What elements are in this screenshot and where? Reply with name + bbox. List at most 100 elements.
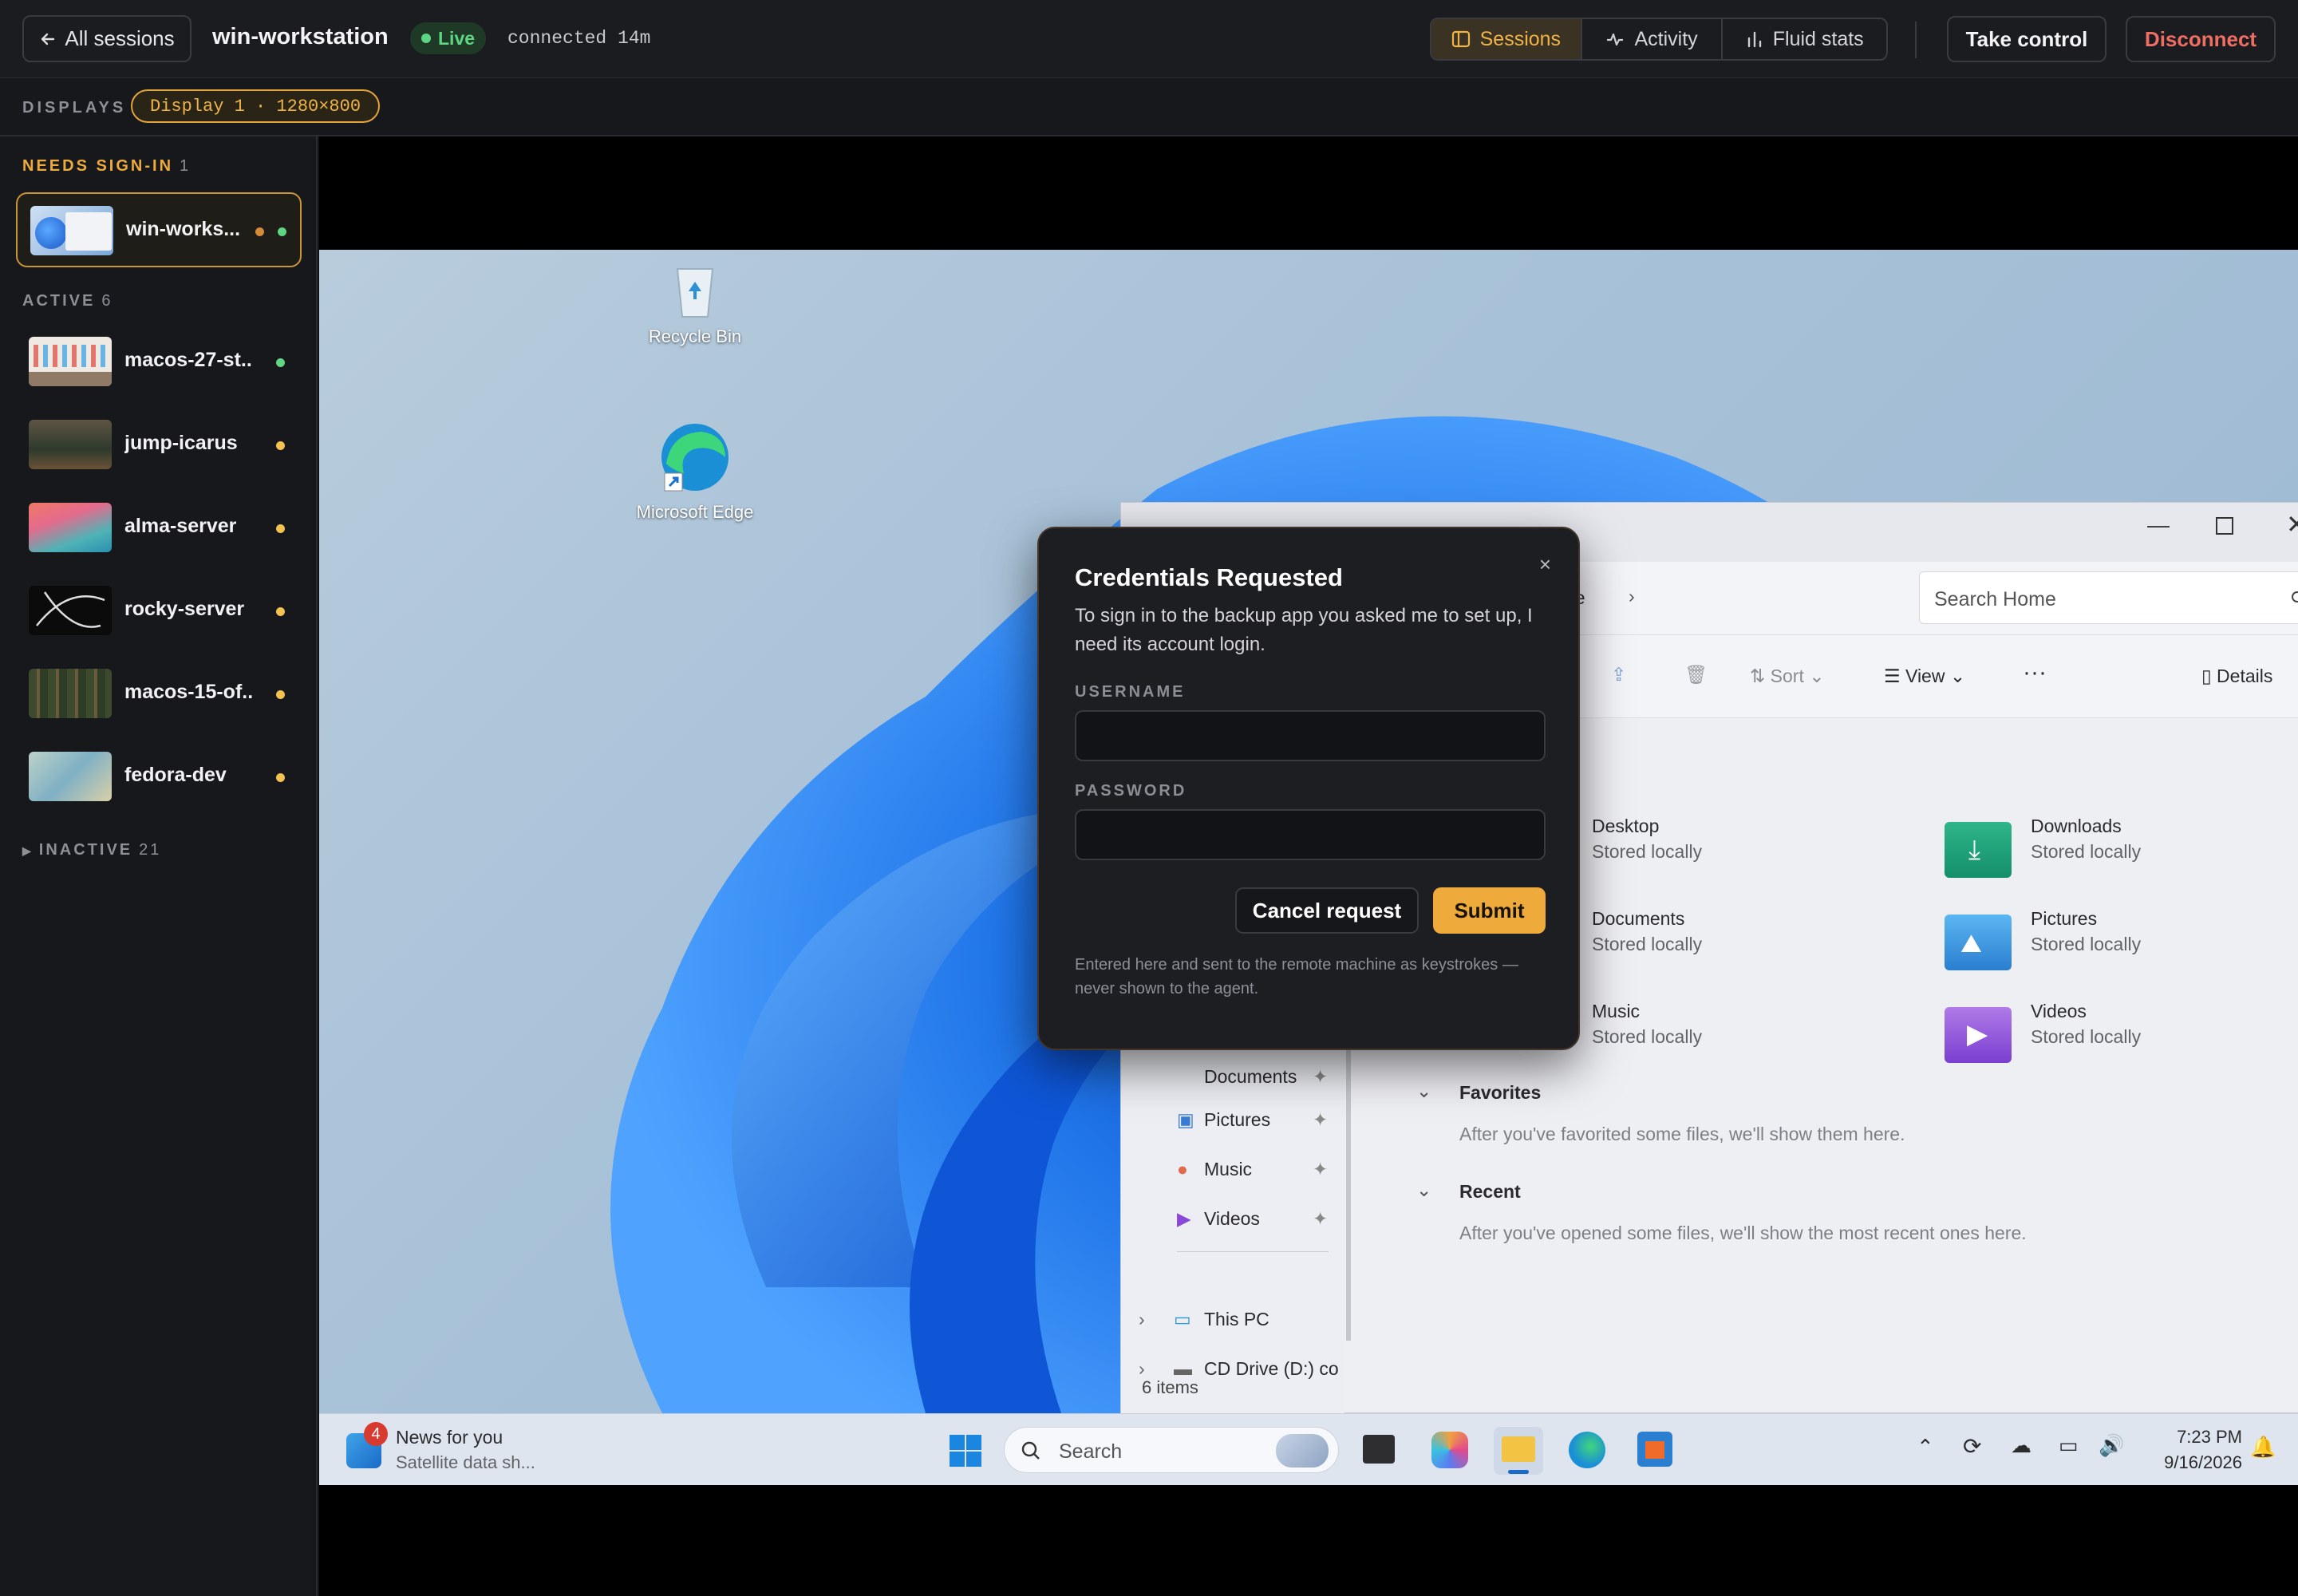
live-label: Live: [438, 27, 476, 49]
volume-icon[interactable]: 🔊: [2099, 1433, 2124, 1458]
clock-time[interactable]: 7:23 PM: [2146, 1427, 2242, 1448]
session-item-jump-icarus[interactable]: jump-icarus: [16, 408, 302, 483]
nav-item-videos[interactable]: Videos: [1204, 1208, 1260, 1230]
pin-icon: ✦: [1313, 1208, 1329, 1229]
online-dot-icon: [278, 227, 286, 236]
tab-sessions[interactable]: Sessions: [1431, 19, 1582, 59]
explorer-status: 6 items: [1142, 1377, 1198, 1397]
collapse-favorites-icon[interactable]: ⌄: [1416, 1080, 1431, 1102]
explorer-search[interactable]: Search Home: [1919, 571, 2298, 624]
arrow-left-icon: [41, 33, 55, 45]
submit-button[interactable]: Submit: [1433, 887, 1546, 934]
minimize-icon[interactable]: —: [2147, 512, 2170, 538]
username-field[interactable]: [1075, 710, 1546, 761]
taskbar-search-label: Search: [1059, 1440, 1123, 1463]
taskbar-search[interactable]: Search: [1004, 1427, 1339, 1473]
expand-cd-drive-icon[interactable]: ›: [1139, 1358, 1145, 1380]
details-label: Details: [2217, 666, 2273, 686]
all-sessions-label: All sessions: [65, 26, 175, 50]
tab-activity-label: Activity: [1634, 27, 1698, 50]
connection-duration: connected 14m: [507, 28, 651, 49]
pictures-folder-icon: ⛰: [1945, 915, 2012, 970]
share-icon[interactable]: ⇪: [1611, 664, 1626, 685]
qa-videos-name[interactable]: Videos: [2031, 1001, 2087, 1022]
copilot-icon[interactable]: [1431, 1432, 1468, 1468]
file-explorer-taskbar-button[interactable]: [1494, 1427, 1543, 1475]
nav-item-this-pc[interactable]: This PC: [1204, 1309, 1269, 1330]
session-name: rocky-server: [124, 598, 245, 620]
session-name: win-works...: [126, 218, 241, 240]
edge-taskbar-icon[interactable]: [1569, 1432, 1605, 1468]
qa-downloads-sub: Stored locally: [2031, 841, 2142, 862]
qa-pictures-name[interactable]: Pictures: [2031, 908, 2097, 930]
cancel-request-button[interactable]: Cancel request: [1235, 887, 1419, 934]
recycle-bin-label: Recycle Bin: [648, 326, 742, 346]
password-field[interactable]: [1075, 809, 1546, 860]
displays-bar: DISPLAYS Display 1 · 1280×800: [0, 78, 2298, 136]
activity-icon: [1607, 33, 1624, 46]
session-thumbnail: [29, 586, 112, 635]
sort-button[interactable]: ⇅ Sort ⌄: [1750, 666, 1825, 687]
maximize-icon[interactable]: [2216, 517, 2233, 535]
group-inactive[interactable]: ▶ INACTIVE 21: [22, 841, 161, 859]
close-icon[interactable]: ×: [1539, 552, 1551, 577]
qa-downloads-name[interactable]: Downloads: [2031, 816, 2122, 837]
session-item-alma-server[interactable]: alma-server: [16, 491, 302, 566]
clock-date[interactable]: 9/16/2026: [2146, 1452, 2242, 1473]
live-badge: Live: [410, 22, 487, 54]
qa-desktop-name[interactable]: Desktop: [1592, 816, 1659, 837]
idle-dot-icon: [276, 441, 285, 450]
idle-dot-icon: [276, 773, 285, 782]
details-button[interactable]: ▯ Details: [2201, 666, 2272, 687]
session-item-macos-15[interactable]: macos-15-of...: [16, 657, 302, 732]
group-needs-sign-in-label: NEEDS SIGN-IN: [22, 157, 174, 175]
more-options-icon[interactable]: ···: [2023, 659, 2047, 686]
close-window-icon[interactable]: ✕: [2286, 509, 2298, 539]
nav-item-documents[interactable]: Documents: [1204, 1066, 1297, 1088]
expand-this-pc-icon[interactable]: ›: [1139, 1309, 1145, 1330]
session-thumbnail: [29, 669, 112, 718]
desktop-icon-recycle-bin[interactable]: Recycle Bin: [635, 258, 755, 347]
session-thumbnail: [29, 752, 112, 801]
news-title[interactable]: News for you: [396, 1427, 503, 1448]
qa-documents-name[interactable]: Documents: [1592, 908, 1684, 930]
sync-icon[interactable]: ⟳: [1963, 1433, 1981, 1460]
session-item-fedora-dev[interactable]: fedora-dev: [16, 740, 302, 815]
idle-dot-icon: [276, 607, 285, 616]
all-sessions-button[interactable]: All sessions: [22, 15, 192, 62]
network-icon[interactable]: ▭: [2059, 1433, 2079, 1458]
session-item-win-workstation[interactable]: win-works...: [16, 192, 302, 267]
task-view-icon[interactable]: [1363, 1435, 1395, 1464]
store-icon[interactable]: [1637, 1432, 1672, 1467]
tab-fluid-stats[interactable]: Fluid stats: [1723, 19, 1886, 59]
session-item-rocky-server[interactable]: rocky-server: [16, 574, 302, 649]
cd-drive-icon: ▬: [1174, 1358, 1192, 1379]
top-bar: All sessions win-workstation Live connec…: [0, 0, 2298, 78]
dialog-description: To sign in to the backup app you asked m…: [1075, 605, 1533, 655]
username-label: USERNAME: [1075, 683, 1186, 701]
sort-label: Sort: [1770, 666, 1804, 686]
collapse-recent-icon[interactable]: ⌄: [1416, 1179, 1431, 1201]
qa-music-name[interactable]: Music: [1592, 1001, 1640, 1022]
notification-bell-icon[interactable]: 🔔: [2250, 1435, 2276, 1460]
disconnect-button[interactable]: Disconnect: [2126, 16, 2276, 62]
view-button[interactable]: ☰ View ⌄: [1884, 666, 1965, 687]
nav-item-cd-drive[interactable]: CD Drive (D:) co: [1204, 1358, 1339, 1380]
videos-icon: ▶: [1177, 1208, 1191, 1229]
idle-dot-icon: [276, 524, 285, 533]
session-thumbnail: [29, 420, 112, 469]
news-badge: 4: [364, 1422, 388, 1446]
delete-icon[interactable]: 🗑: [1684, 664, 1708, 685]
take-control-button[interactable]: Take control: [1947, 16, 2106, 62]
chevron-right-icon: ›: [1629, 586, 1635, 606]
windows-start-icon[interactable]: [948, 1433, 983, 1468]
nav-item-pictures[interactable]: Pictures: [1204, 1109, 1270, 1131]
tray-overflow-icon[interactable]: ⌃: [1917, 1435, 1934, 1460]
nav-item-music[interactable]: Music: [1204, 1159, 1252, 1180]
display-selector[interactable]: Display 1 · 1280×800: [131, 89, 381, 123]
cloud-off-icon[interactable]: ☁: [2011, 1433, 2031, 1458]
tab-activity[interactable]: Activity: [1582, 19, 1724, 59]
view-tabs: Sessions Activity Fluid stats: [1430, 18, 1888, 61]
session-item-macos-27[interactable]: macos-27-st...: [16, 325, 302, 400]
desktop-icon-edge[interactable]: Microsoft Edge: [635, 417, 755, 523]
